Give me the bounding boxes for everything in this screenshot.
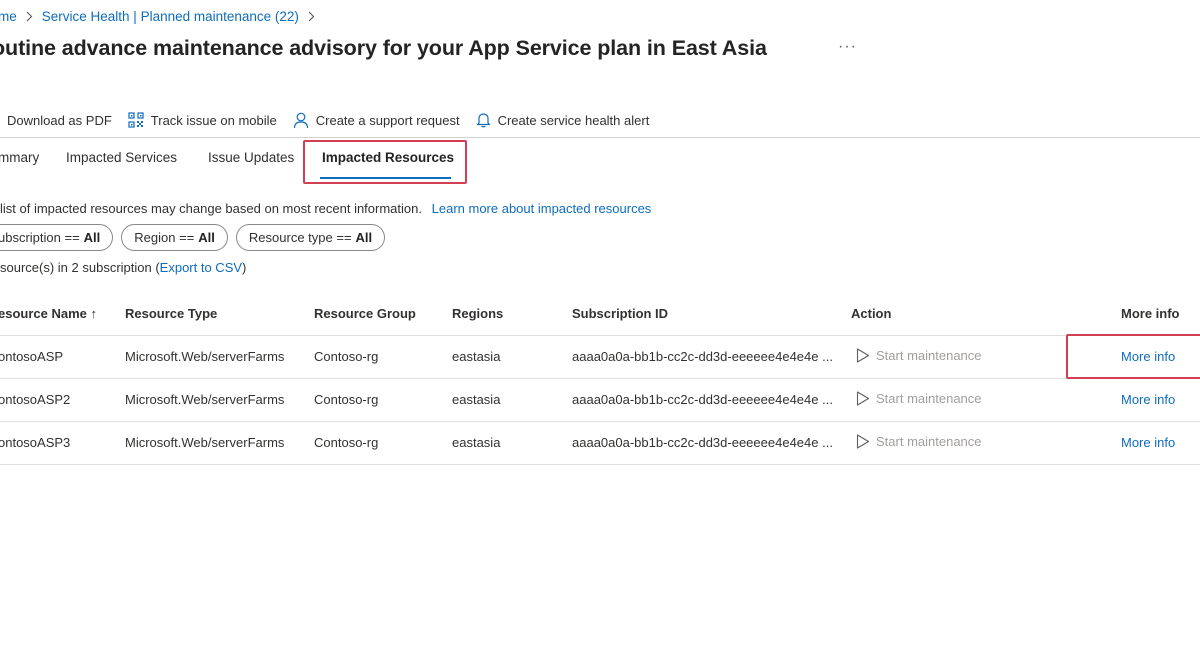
column-header-resource-name[interactable]: esource Name ↑ (0, 306, 97, 321)
region-cell: eastasia (452, 349, 501, 364)
resource-group-cell: Contoso-rg (314, 392, 379, 407)
resource-count-text: source(s) in 2 subscription ( (0, 260, 160, 275)
region-filter-value: All (198, 230, 215, 245)
column-header-action: Action (851, 306, 892, 321)
column-header-more-info: More info (1121, 306, 1180, 321)
resource-group-cell: Contoso-rg (314, 349, 379, 364)
page-title: outine advance maintenance advisory for … (0, 36, 767, 60)
region-filter-label: Region == (134, 230, 195, 245)
table-row: ontosoASP3 Microsoft.Web/serverFarms Con… (0, 421, 1200, 464)
resource-count: source(s) in 2 subscription (Export to C… (0, 260, 246, 275)
highlight-box-more-info (1066, 334, 1200, 379)
breadcrumb-home-link[interactable]: me (0, 9, 17, 24)
resource-type-filter-pill[interactable]: Resource type == All (235, 224, 386, 251)
toolbar-divider (0, 137, 1200, 138)
start-maintenance-label: Start maintenance (876, 434, 982, 449)
command-bar: Download as PDF Track issue on mobile Cr… (0, 110, 665, 130)
breadcrumb-planned-maintenance-link[interactable]: Service Health | Planned maintenance (22… (42, 9, 299, 24)
resource-type-cell: Microsoft.Web/serverFarms (125, 435, 285, 450)
table-row: ontosoASP Microsoft.Web/serverFarms Cont… (0, 335, 1200, 378)
region-cell: eastasia (452, 392, 501, 407)
download-pdf-label: Download as PDF (7, 112, 112, 128)
subscription-id-cell: aaaa0a0a-bb1b-cc2c-dd3d-eeeeee4e4e4e ... (572, 392, 833, 407)
create-health-alert-button[interactable]: Create service health alert (476, 112, 650, 128)
region-filter-pill[interactable]: Region == All (121, 224, 228, 251)
info-message: list of impacted resources may change ba… (0, 201, 651, 216)
more-options-icon[interactable]: ··· (838, 38, 857, 56)
tab-bar: mmary Impacted Services Issue Updates Im… (0, 142, 600, 184)
resource-name-cell[interactable]: ontosoASP2 (0, 392, 70, 407)
subscription-filter-value: All (83, 230, 101, 245)
table-row: ontosoASP2 Microsoft.Web/serverFarms Con… (0, 378, 1200, 421)
highlight-box-tab (303, 140, 467, 184)
start-maintenance-label: Start maintenance (876, 391, 982, 406)
create-support-request-button[interactable]: Create a support request (293, 112, 460, 129)
play-icon (856, 434, 870, 449)
export-csv-link[interactable]: Export to CSV (160, 260, 242, 275)
subscription-filter-label: ubscription == (0, 230, 80, 245)
tab-summary[interactable]: mmary (0, 150, 39, 165)
support-request-label: Create a support request (315, 112, 460, 128)
region-cell: eastasia (452, 435, 501, 450)
chevron-right-icon (308, 11, 315, 22)
column-header-resource-group[interactable]: Resource Group (314, 306, 416, 321)
tab-issue-updates[interactable]: Issue Updates (208, 150, 294, 165)
info-text: list of impacted resources may change ba… (0, 201, 422, 216)
learn-more-link[interactable]: Learn more about impacted resources (432, 201, 652, 216)
filter-bar: ubscription == All Region == All Resourc… (0, 224, 393, 251)
table-bottom-border (0, 464, 1200, 465)
play-icon (856, 391, 870, 406)
start-maintenance-button[interactable]: Start maintenance (856, 348, 982, 363)
column-header-resource-type[interactable]: Resource Type (125, 306, 217, 321)
resource-type-filter-label: Resource type == (248, 230, 352, 245)
resource-count-suffix: ) (242, 260, 247, 275)
track-issue-label: Track issue on mobile (150, 112, 277, 128)
track-issue-mobile-button[interactable]: Track issue on mobile (128, 112, 277, 128)
start-maintenance-button[interactable]: Start maintenance (856, 391, 982, 406)
subscription-id-cell: aaaa0a0a-bb1b-cc2c-dd3d-eeeeee4e4e4e ... (572, 435, 833, 450)
more-info-link[interactable]: More info (1121, 435, 1175, 450)
person-icon (293, 112, 309, 129)
start-maintenance-label: Start maintenance (876, 348, 982, 363)
tab-impacted-services[interactable]: Impacted Services (66, 150, 177, 165)
subscription-filter-pill[interactable]: ubscription == All (0, 224, 114, 251)
column-header-regions[interactable]: Regions (452, 306, 503, 321)
resource-group-cell: Contoso-rg (314, 435, 379, 450)
health-alert-label: Create service health alert (497, 112, 650, 128)
resource-name-cell[interactable]: ontosoASP (0, 349, 63, 364)
bell-icon (476, 112, 491, 128)
column-header-subscription-id[interactable]: Subscription ID (572, 306, 668, 321)
start-maintenance-button[interactable]: Start maintenance (856, 434, 982, 449)
resource-type-cell: Microsoft.Web/serverFarms (125, 349, 285, 364)
chevron-right-icon (26, 11, 33, 22)
more-info-link[interactable]: More info (1121, 392, 1175, 407)
resource-type-cell: Microsoft.Web/serverFarms (125, 392, 285, 407)
resource-type-filter-value: All (355, 230, 373, 245)
breadcrumb: me Service Health | Planned maintenance … (0, 9, 324, 24)
resource-name-cell[interactable]: ontosoASP3 (0, 435, 70, 450)
play-icon (856, 348, 870, 363)
download-pdf-button[interactable]: Download as PDF (7, 113, 112, 128)
subscription-id-cell: aaaa0a0a-bb1b-cc2c-dd3d-eeeeee4e4e4e ... (572, 349, 833, 364)
qr-code-icon (128, 112, 144, 128)
